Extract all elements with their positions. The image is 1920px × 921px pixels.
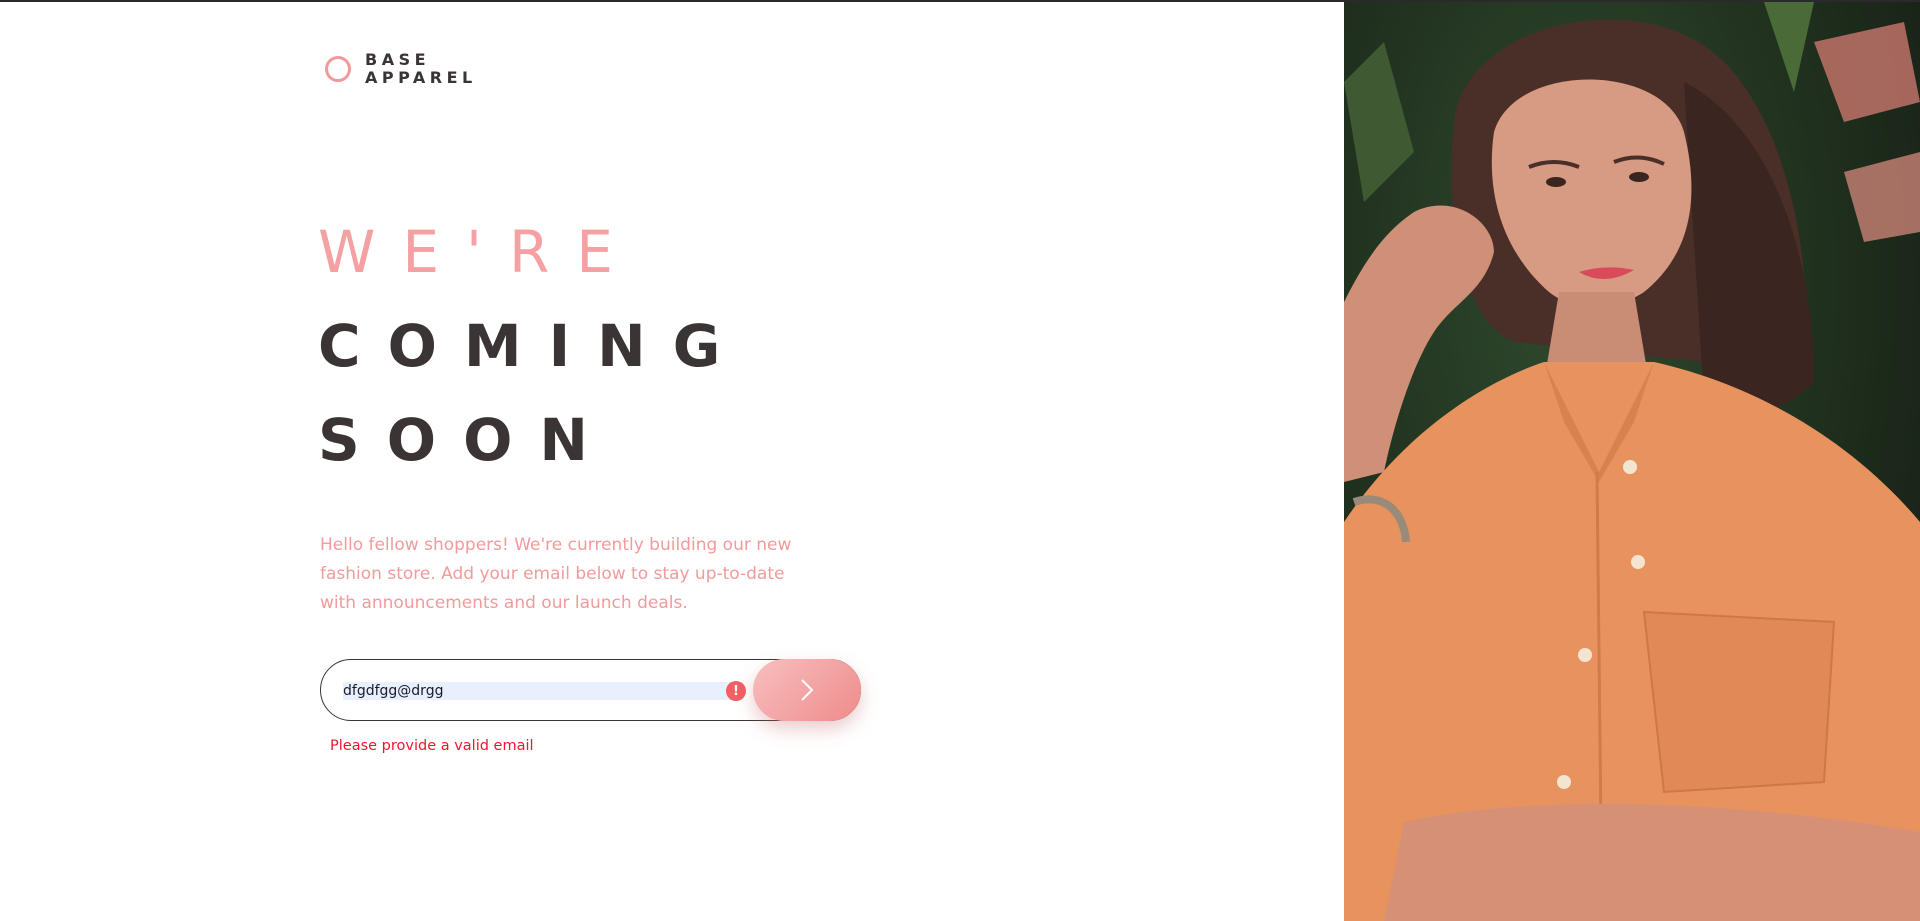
content-panel: BASE APPAREL We're coming soon Hello fel… (0, 2, 1344, 921)
error-icon: ! (726, 681, 746, 701)
email-form: ! (320, 659, 861, 721)
headline: We're coming soon (318, 205, 747, 487)
hero-photo (1344, 2, 1920, 921)
logo-circle-icon (325, 56, 351, 82)
error-message: Please provide a valid email (330, 738, 534, 754)
submit-button[interactable] (753, 659, 861, 721)
logo-line-1: BASE (365, 50, 431, 69)
email-input[interactable] (343, 682, 738, 700)
logo-line-2: APPAREL (365, 68, 477, 87)
brand-logo[interactable]: BASE APPAREL (325, 51, 477, 87)
headline-line-1: We're (318, 218, 640, 286)
logo-text: BASE APPAREL (365, 51, 477, 87)
headline-line-2: coming (318, 312, 748, 380)
hero-photo-illustration (1344, 2, 1920, 921)
headline-line-3: soon (318, 406, 615, 474)
intro-description: Hello fellow shoppers! We're currently b… (320, 535, 792, 613)
arrow-right-icon (801, 679, 814, 701)
